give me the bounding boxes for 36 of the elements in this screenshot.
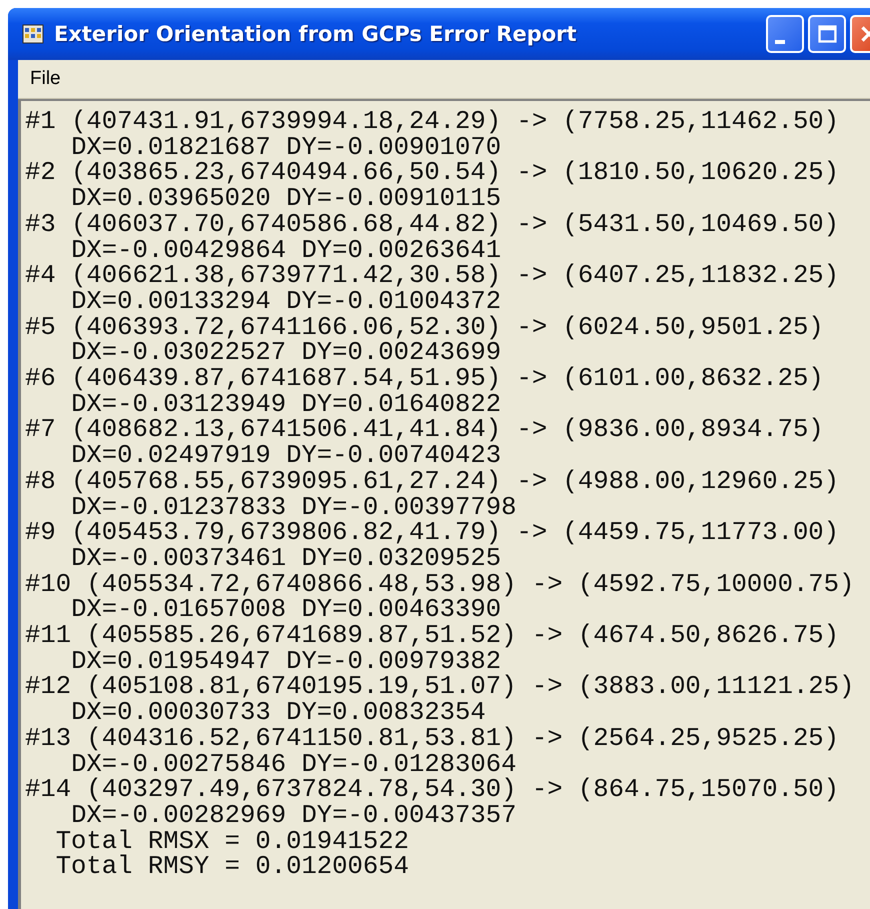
report-line: #1 (407431.91,6739994.18,24.29) -> (7758.25,11462.50) [25,109,840,135]
report-line: DX=0.03965020 DY=-0.00910115 [70,186,502,212]
window-title: Exterior Orientation from GCPs Error Report [54,22,577,46]
report-line: #4 (406621.38,6739771.42,30.58) -> (6407.25,11832.25) [25,263,840,289]
report-line: #6 (406439.87,6741687.54,51.95) -> (6101.00,8632.25) [25,366,824,392]
report-line: #7 (408682.13,6741506.41,41.84) -> (9836.00,8934.75) [25,417,824,444]
report-line: Total RMSY = 0.01200654 [54,854,409,880]
minimize-button[interactable] [766,15,804,53]
report-line: #3 (406037.70,6740586.68,44.82) -> (5431.50,10469.50) [25,212,840,238]
app-icon [22,23,44,45]
report-line: #5 (406393.72,6741166.06,52.30) -> (6024.50,9501.25) [25,314,824,340]
report-line: Total RMSX = 0.01941522 [54,828,409,854]
report-line: #14 (403297.49,6737824.78,54.30) -> (864.75,15070.50) [25,777,840,803]
report-line: DX=-0.00429864 DY=0.00263641 [70,238,502,264]
report-line: DX=-0.01657008 DY=0.00463390 [70,597,502,624]
report-line: DX=0.00030733 DY=0.00832354 [70,700,486,726]
report-line: DX=-0.03123949 DY=0.01640822 [70,392,502,418]
report-line: DX=0.00133294 DY=-0.01004372 [70,288,502,315]
report-line: #11 (405585.26,6741689.87,51.52) -> (4674.50,8626.75) [25,623,840,649]
report-line: DX=0.02497919 DY=-0.00740423 [70,443,502,469]
maximize-button[interactable] [808,15,846,53]
report-line: DX=-0.00275846 DY=-0.01283064 [70,752,516,778]
menu-item[interactable]: File [26,68,65,90]
report-line: #12 (405108.81,6740195.19,51.07) -> (3883.00,11121.25) [25,674,854,700]
minimize-icon [775,40,785,44]
report-line: #8 (405768.55,6739095.61,27.24) -> (4988.00,12960.25) [25,468,840,495]
report-line: DX=0.01954947 DY=-0.00979382 [70,648,502,674]
report-line: DX=-0.00282969 DY=-0.00437357 [71,802,516,829]
report-line: DX=-0.00373461 DY=0.03209525 [70,546,502,572]
report-line: DX=-0.03022527 DY=0.00243699 [70,340,502,366]
report-line: #13 (404316.52,6741150.81,53.81) -> (2564.25,9525.25) [25,726,840,752]
report-line: DX=-0.01237833 DY=-0.00397798 [70,494,516,520]
report-line: #10 (405534.72,6740866.48,53.98) -> (4592.75,10000.75) [25,572,854,598]
report-line: #2 (403865.23,6740494.66,50.54) -> (1810.50,10620.25) [25,160,840,186]
report-line: #9 (405453.79,6739806.82,41.79) -> (4459.75,11773.00) [25,520,840,546]
report-line: DX=0.01821687 DY=-0.00901070 [70,134,502,160]
